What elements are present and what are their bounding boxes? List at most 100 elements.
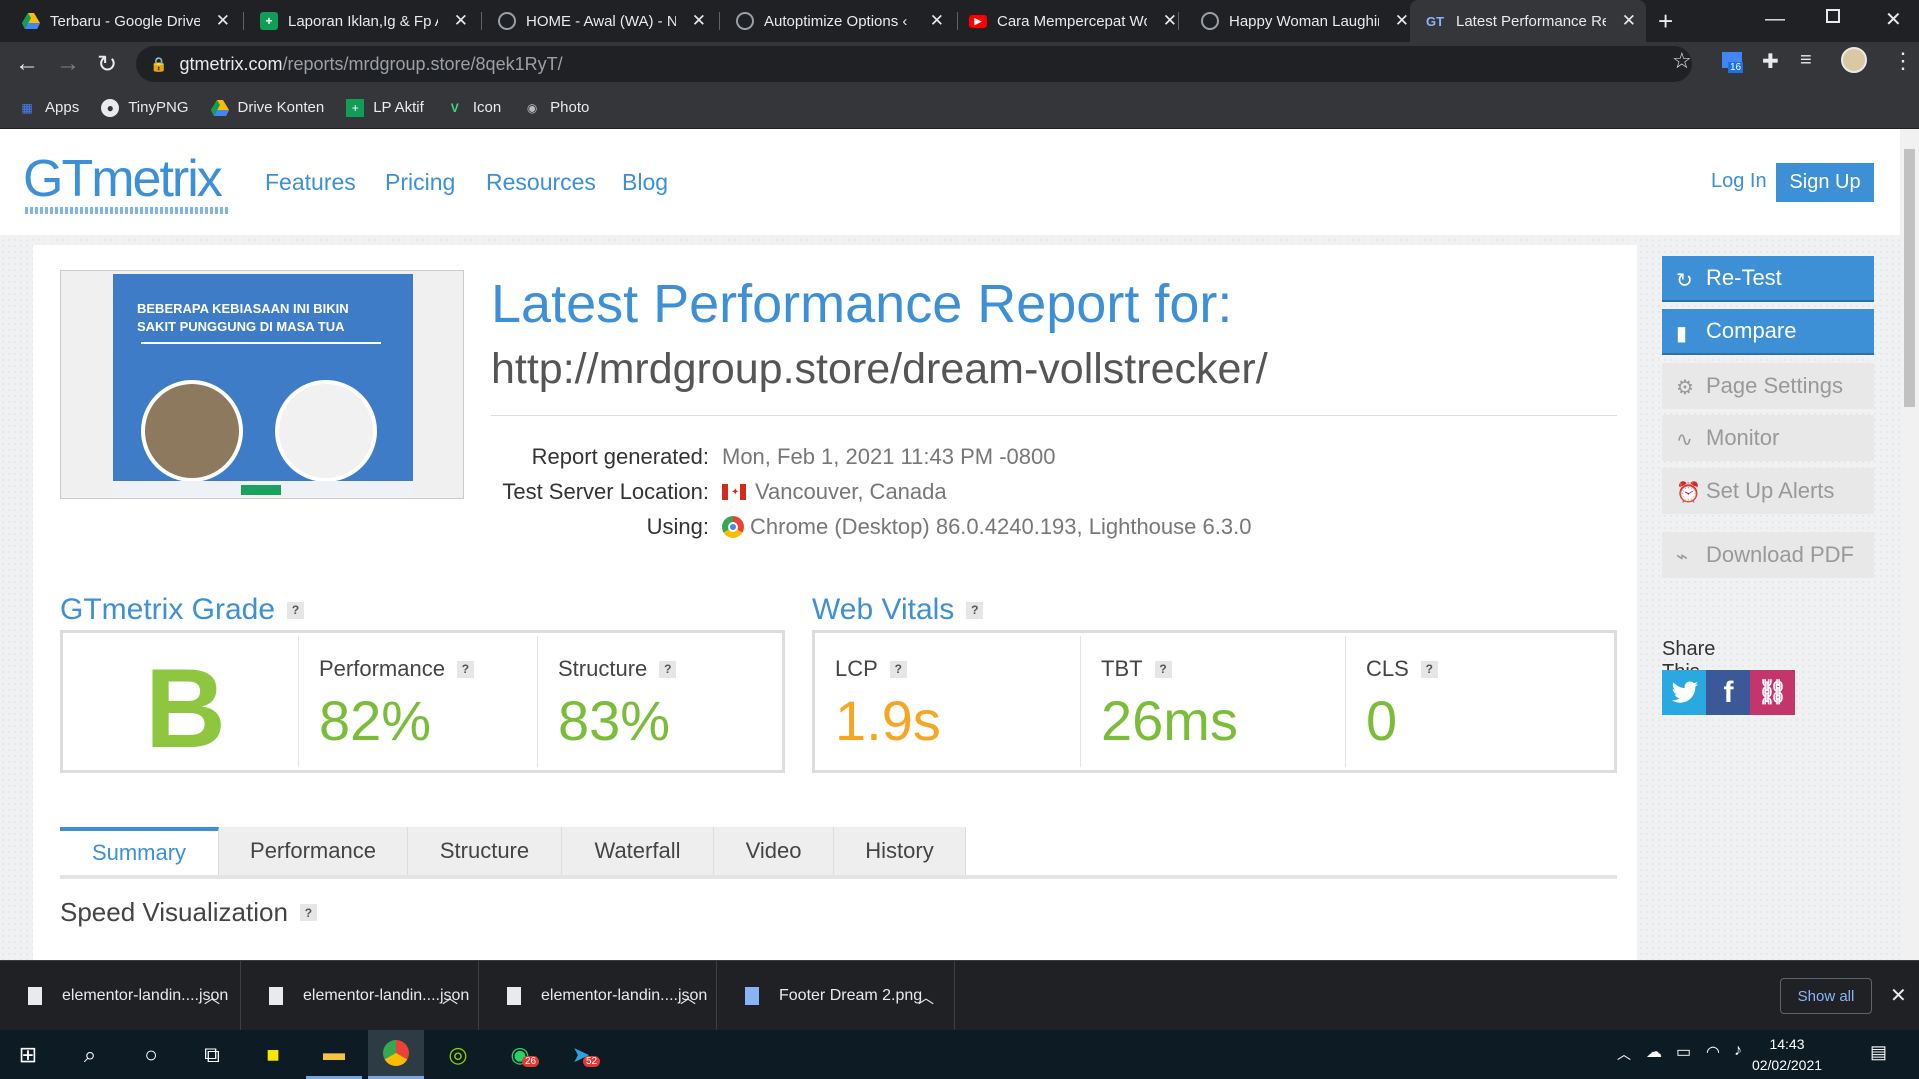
file-explorer-icon[interactable]: ▬ [306,1030,362,1079]
close-tab-icon[interactable]: ✕ [216,11,230,31]
search-icon[interactable]: ⌕ [62,1030,118,1079]
bookmark-apps[interactable]: ▦ Apps [18,99,79,117]
task-view-icon[interactable]: ⧉ [184,1030,240,1079]
close-tab-icon[interactable]: ✕ [1622,11,1636,31]
notifications-icon[interactable]: ▤ [1870,1042,1887,1063]
link-icon[interactable]: ⛓ [1750,670,1795,715]
bookmark-tinypng[interactable]: ● TinyPNG [101,98,189,117]
download-item[interactable]: elementor-landin....json ︿ [241,961,479,1031]
back-arrow-icon[interactable]: ← [15,50,39,78]
close-tab-icon[interactable]: ✕ [930,11,944,31]
help-icon[interactable]: ? [287,601,305,619]
browser-tab[interactable]: Happy Woman Laughin ✕ [1187,0,1419,42]
retest-button[interactable]: ↻ Re-Test [1662,256,1874,302]
help-icon[interactable]: ? [659,660,677,678]
browser-tab-active[interactable]: GT Latest Performance Rep ✕ [1410,0,1646,42]
restore-icon[interactable] [1826,9,1840,23]
profile-avatar[interactable] [1841,47,1867,73]
page-scrollbar[interactable] [1900,129,1919,960]
new-tab-icon[interactable]: + [1658,6,1673,37]
signup-button[interactable]: Sign Up [1776,163,1874,202]
report-title: Latest Performance Report for: [491,274,1233,334]
report-url[interactable]: http://mrdgroup.store/dream-vollstrecker… [491,345,1268,394]
download-item[interactable]: elementor-landin....json ︿ [479,961,717,1031]
tab-history[interactable]: History [834,827,966,875]
whatsapp-icon[interactable]: ◉ 26 [492,1030,548,1079]
close-tab-icon[interactable]: ✕ [1163,11,1177,31]
menu-kebab-icon[interactable]: ⋮ [1892,48,1914,74]
chevron-up-icon[interactable]: ︿ [442,984,458,1008]
close-shelf-icon[interactable]: ✕ [1890,983,1907,1008]
thumbnail-photo-left [141,380,243,482]
bookmark-photo[interactable]: ◉ Photo [523,99,589,117]
onedrive-icon[interactable]: ☁ [1646,1042,1662,1062]
browser-tab[interactable]: HOME - Awal (WA) - N ✕ [484,0,716,42]
pdf-icon: ⌁ [1676,546,1689,568]
facebook-icon[interactable]: f [1706,670,1751,715]
chevron-up-icon[interactable]: ︿ [680,984,696,1008]
forward-arrow-icon[interactable]: → [56,50,80,78]
extensions-puzzle-icon[interactable]: ✚ [1762,49,1779,74]
system-clock[interactable]: 14:43 02/02/2021 [1747,1034,1827,1076]
battery-icon[interactable]: ▭ [1676,1042,1691,1062]
download-pdf-button[interactable]: ⌁ Download PDF [1662,532,1874,578]
cortana-icon[interactable]: ○ [123,1030,179,1079]
nav-resources[interactable]: Resources [486,169,596,196]
chrome-taskbar-icon[interactable] [368,1030,424,1079]
nav-features[interactable]: Features [265,169,356,196]
twitter-icon[interactable] [1662,670,1707,715]
camera-icon: ◉ [526,100,538,115]
tab-video[interactable]: Video [714,827,834,875]
reload-icon[interactable]: ↻ [97,50,117,79]
scrollbar-thumb[interactable] [1904,149,1915,407]
tab-summary[interactable]: Summary [60,827,219,875]
help-icon[interactable]: ? [1154,660,1172,678]
tab-waterfall[interactable]: Waterfall [562,827,714,875]
reading-list-icon[interactable]: ≡ [1800,49,1812,72]
extension-calendar-icon[interactable]: 16 [1722,48,1746,74]
help-icon[interactable]: ? [966,601,984,619]
close-tab-icon[interactable]: ✕ [692,11,706,31]
telegram-icon[interactable]: ➤ 52 [553,1030,609,1079]
help-icon[interactable]: ? [1420,660,1438,678]
bookmark-star-icon[interactable]: ☆ [1672,48,1692,74]
monitor-button[interactable]: ∿ Monitor [1662,415,1874,461]
download-item[interactable]: Footer Dream 2.png ︿ [717,961,955,1031]
chevron-up-icon[interactable]: ︿ [204,984,220,1008]
compare-button[interactable]: ▮ Compare [1662,309,1874,355]
chevron-up-icon[interactable]: ︿ [918,984,934,1008]
tray-chevron-icon[interactable]: ︿ [1617,1044,1631,1064]
close-tab-icon[interactable]: ✕ [454,11,468,31]
windows-start-icon[interactable]: ⊞ [0,1030,56,1079]
set-up-alerts-button[interactable]: ⏰ Set Up Alerts [1662,468,1874,514]
tab-performance[interactable]: Performance [219,827,408,875]
close-tab-icon[interactable]: ✕ [1395,11,1409,31]
help-icon[interactable]: ? [889,660,907,678]
help-icon[interactable]: ? [456,660,474,678]
app-taskbar-icon[interactable]: ◎ [430,1030,486,1079]
address-bar[interactable]: 🔒 gtmetrix.com/reports/mrdgroup.store/8q… [136,46,1692,82]
performance-score: 82% [319,689,432,752]
sticky-notes-icon[interactable]: ■ [245,1030,301,1079]
window-close-icon[interactable]: ✕ [1885,7,1902,32]
bookmark-drive-konten[interactable]: Drive Konten [210,99,324,117]
bookmark-lp-aktif[interactable]: + LP Aktif [346,98,424,117]
minimize-icon[interactable]: — [1765,8,1785,31]
tab-structure[interactable]: Structure [408,827,562,875]
download-item[interactable]: elementor-landin....json ︿ [0,961,241,1031]
nav-pricing[interactable]: Pricing [385,169,455,196]
browser-tab[interactable]: Terbaru - Google Drive ✕ [8,0,240,42]
browser-tab[interactable]: ▶ Cara Mempercepat Wo ✕ [955,0,1187,42]
nav-blog[interactable]: Blog [622,169,668,196]
wifi-icon[interactable]: ◠ [1706,1042,1720,1062]
bookmark-icon[interactable]: V Icon [446,99,501,117]
page-settings-button[interactable]: ⚙ Page Settings [1662,363,1874,409]
browser-tab[interactable]: Autoptimize Options ‹ ✕ [722,0,954,42]
browser-tab[interactable]: + Laporan Iklan,Ig & Fp A ✕ [246,0,478,42]
show-all-button[interactable]: Show all [1780,978,1872,1014]
page-screenshot-thumbnail[interactable]: BEBERAPA KEBIASAAN INI BIKIN SAKIT PUNGG… [60,270,464,499]
volume-icon[interactable]: ♪ [1734,1042,1742,1060]
login-link[interactable]: Log In [1711,170,1767,193]
help-icon[interactable]: ? [299,904,317,921]
gtmetrix-logo[interactable]: GTmetrix [23,149,229,214]
